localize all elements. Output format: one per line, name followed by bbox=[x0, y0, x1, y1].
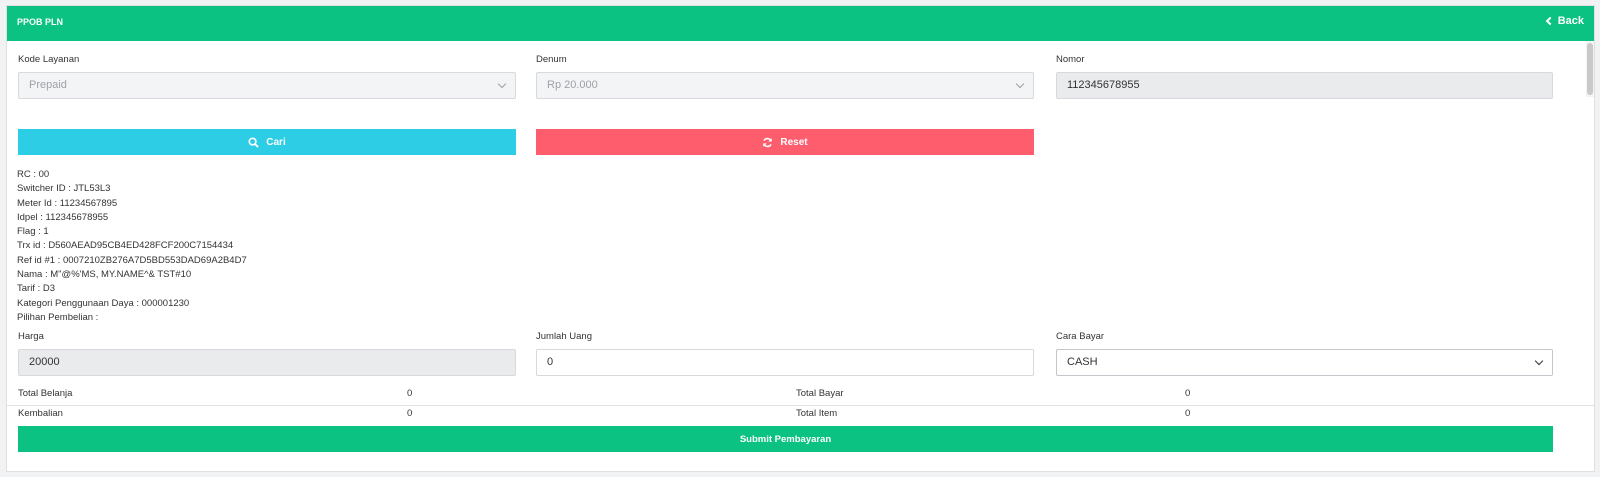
kode-layanan-select[interactable]: Prepaid bbox=[18, 72, 516, 99]
denum-label: Denum bbox=[536, 54, 567, 65]
cara-bayar-label: Cara Bayar bbox=[1056, 331, 1105, 342]
ppob-panel: PPOB PLN Back Kode Layanan Prepaid Denum… bbox=[6, 5, 1595, 472]
info-line: Trx id : D560AEAD95CB4ED428FCF200C715443… bbox=[17, 240, 234, 252]
kode-layanan-label: Kode Layanan bbox=[18, 54, 80, 65]
info-line: Flag : 1 bbox=[17, 226, 49, 238]
reset-button[interactable]: Reset bbox=[536, 129, 1034, 155]
chevron-down-icon bbox=[497, 79, 507, 89]
nomor-input[interactable]: 112345678955 bbox=[1056, 72, 1553, 99]
nomor-value: 112345678955 bbox=[1067, 79, 1140, 91]
info-line: RC : 00 bbox=[17, 169, 50, 180]
total-belanja-value: 0 bbox=[407, 388, 413, 399]
info-line: Tarif : D3 bbox=[17, 283, 56, 295]
harga-input[interactable]: 20000 bbox=[18, 349, 516, 376]
total-bayar-value: 0 bbox=[1185, 388, 1191, 399]
kembalian-label: Kembalian bbox=[18, 408, 63, 419]
info-line: Nama : M"@%'MS, MY.NAME^& TST#10 bbox=[17, 269, 192, 281]
kode-layanan-value: Prepaid bbox=[29, 79, 67, 91]
search-icon bbox=[248, 136, 259, 148]
page-title: PPOB PLN bbox=[17, 17, 64, 27]
submit-label: Submit Pembayaran bbox=[739, 433, 832, 445]
nomor-label: Nomor bbox=[1056, 54, 1085, 65]
denum-value: Rp 20.000 bbox=[547, 79, 598, 91]
reset-label: Reset bbox=[780, 136, 808, 148]
info-line: Meter Id : 11234567895 bbox=[17, 197, 118, 209]
info-line: Ref id #1 : 0007210ZB276A7D5BD553DAD69A2… bbox=[17, 254, 247, 266]
total-belanja-label: Total Belanja bbox=[18, 388, 73, 399]
denum-select[interactable]: Rp 20.000 bbox=[536, 72, 1034, 99]
jumlah-uang-input[interactable]: 0 bbox=[536, 349, 1034, 376]
jumlah-uang-label: Jumlah Uang bbox=[536, 331, 592, 342]
chevron-down-icon bbox=[1534, 356, 1544, 366]
cari-button[interactable]: Cari bbox=[18, 129, 516, 155]
panel-header: PPOB PLN Back bbox=[7, 6, 1594, 41]
jumlah-uang-value: 0 bbox=[547, 356, 554, 368]
back-label: Back bbox=[1557, 15, 1584, 27]
kembalian-value: 0 bbox=[407, 408, 413, 419]
refresh-icon bbox=[762, 137, 773, 148]
total-item-value: 0 bbox=[1185, 408, 1191, 419]
cara-bayar-value: CASH bbox=[1067, 356, 1098, 368]
harga-value: 20000 bbox=[29, 356, 60, 368]
info-line: Pilihan Pembelian : bbox=[17, 311, 99, 323]
total-bayar-label: Total Bayar bbox=[796, 388, 844, 399]
harga-label: Harga bbox=[18, 331, 44, 342]
cari-label: Cari bbox=[266, 136, 286, 148]
chevron-left-icon bbox=[1545, 16, 1554, 26]
transaction-info: RC : 00 Switcher ID : JTL53L3 Meter Id :… bbox=[17, 168, 247, 325]
scrollbar-thumb[interactable] bbox=[1587, 43, 1593, 95]
info-line: Switcher ID : JTL53L3 bbox=[17, 183, 111, 195]
chevron-down-icon bbox=[1015, 79, 1025, 89]
summary-divider bbox=[7, 405, 1594, 406]
cara-bayar-select[interactable]: CASH bbox=[1056, 349, 1553, 376]
back-button[interactable]: Back bbox=[1545, 15, 1584, 27]
info-line: Idpel : 112345678955 bbox=[17, 211, 109, 223]
info-line: Kategori Penggunaan Daya : 000001230 bbox=[17, 297, 190, 309]
submit-pembayaran-button[interactable]: Submit Pembayaran bbox=[18, 426, 1553, 452]
total-item-label: Total Item bbox=[796, 408, 838, 419]
